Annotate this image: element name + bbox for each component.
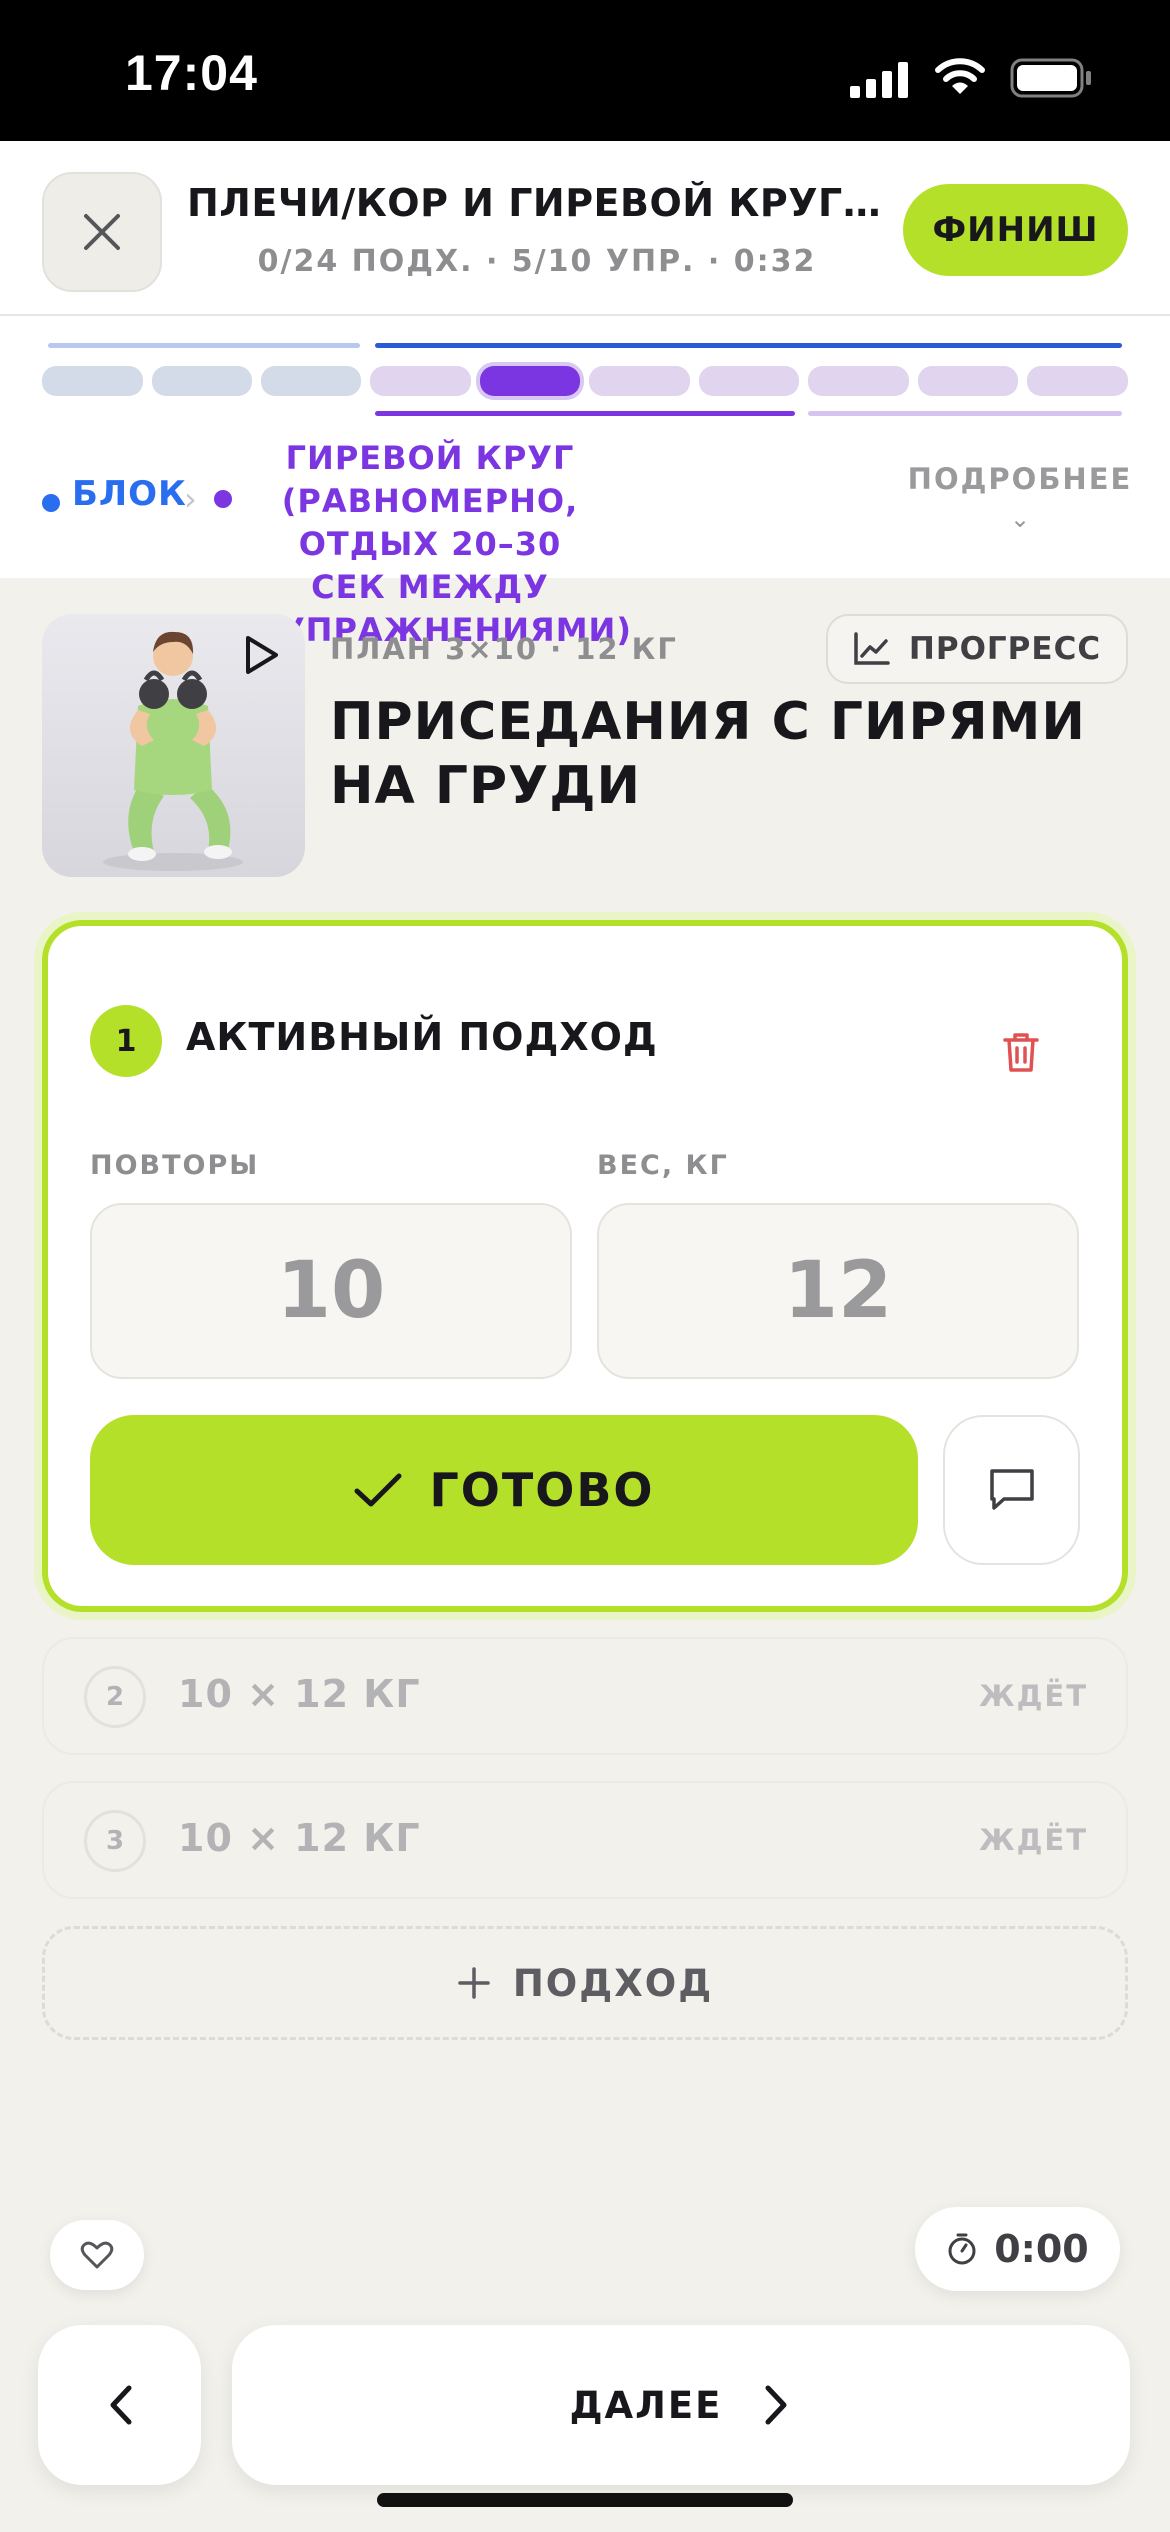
status-bar: 17:04 <box>0 0 1170 141</box>
progress-segment[interactable] <box>918 366 1018 396</box>
next-button-label: ДАЛЕЕ <box>569 2383 723 2427</box>
chevron-down-icon[interactable]: ⌄ <box>1010 505 1030 533</box>
home-indicator <box>377 2493 793 2507</box>
pending-set-row[interactable]: 3 10 × 12 КГ ЖДЁТ <box>42 1781 1128 1899</box>
exercise-progress-line <box>375 411 795 416</box>
progress-segment[interactable] <box>42 366 143 396</box>
pending-set-summary: 10 × 12 КГ <box>178 1816 421 1860</box>
workout-title: ПЛЕЧИ/КОР И ГИРЕВОЙ КРУГ — ФИНИШ <box>187 181 887 225</box>
heart-icon <box>80 2241 114 2269</box>
progress-segment-current[interactable] <box>480 366 580 396</box>
progress-segment[interactable] <box>1027 366 1128 396</box>
progress-segment[interactable] <box>699 366 799 396</box>
pending-set-row[interactable]: 2 10 × 12 КГ ЖДЁТ <box>42 1637 1128 1755</box>
play-video-icon[interactable] <box>238 632 284 682</box>
done-button[interactable]: ГОТОВО <box>90 1415 918 1565</box>
progress-segment[interactable] <box>152 366 252 396</box>
cellular-signal-icon <box>850 62 910 102</box>
weight-label: ВЕС, КГ <box>597 1150 729 1181</box>
pending-set-number: 3 <box>84 1810 146 1872</box>
progress-segment[interactable] <box>261 366 361 396</box>
progress-button-label: ПРОГРЕСС <box>908 631 1102 667</box>
rest-timer[interactable]: 0:00 <box>915 2207 1120 2291</box>
favorite-button[interactable] <box>50 2220 144 2290</box>
chevron-right-icon: › <box>184 480 197 518</box>
more-details-button[interactable]: ПОДРОБНЕЕ <box>900 462 1140 496</box>
breadcrumb-block[interactable]: БЛОК <box>72 474 187 514</box>
pending-set-status: ЖДЁТ <box>979 1679 1088 1713</box>
active-set-title: АКТИВНЫЙ ПОДХОД <box>186 1015 658 1059</box>
weight-input[interactable]: 12 <box>597 1203 1079 1379</box>
progress-segment[interactable] <box>589 366 690 396</box>
close-button[interactable] <box>42 172 162 292</box>
reps-label: ПОВТОРЫ <box>90 1150 260 1181</box>
next-button[interactable]: ДАЛЕЕ <box>232 2325 1130 2485</box>
current-block-dot <box>214 490 232 508</box>
trash-icon <box>1003 1033 1039 1072</box>
add-set-button[interactable]: ПОДХОД <box>42 1926 1128 2040</box>
block-line-current <box>375 343 1122 348</box>
delete-set-button[interactable] <box>1000 1030 1042 1078</box>
exercise-thumbnail[interactable] <box>42 614 305 877</box>
breadcrumb-current-block: ГИРЕВОЙ КРУГ (РАВНОМЕРНО, ОТДЫХ 20–30 СЕ… <box>280 439 632 649</box>
plus-icon <box>458 1967 490 1999</box>
progress-button[interactable]: ПРОГРЕСС <box>826 614 1128 684</box>
battery-icon <box>1010 58 1094 102</box>
comment-button[interactable] <box>943 1415 1080 1565</box>
chart-icon <box>854 632 890 665</box>
workout-progress <box>0 316 1170 578</box>
checkmark-icon <box>354 1473 402 1507</box>
progress-segment[interactable] <box>370 366 471 396</box>
workout-header: ПЛЕЧИ/КОР И ГИРЕВОЙ КРУГ — ФИНИШ 0/24 ПО… <box>0 141 1170 316</box>
status-time: 17:04 <box>125 45 258 101</box>
pending-set-summary: 10 × 12 КГ <box>178 1672 421 1716</box>
reps-input[interactable]: 10 <box>90 1203 572 1379</box>
comment-icon <box>989 1469 1034 1510</box>
chevron-right-icon <box>765 2385 787 2425</box>
stopwatch-icon <box>948 2233 976 2265</box>
add-set-label: ПОДХОД <box>512 1961 714 2005</box>
pending-set-number: 2 <box>84 1666 146 1728</box>
progress-segment[interactable] <box>808 366 909 396</box>
exercise-remaining-line <box>808 411 1122 416</box>
pending-set-status: ЖДЁТ <box>979 1823 1088 1857</box>
previous-button[interactable] <box>38 2325 201 2485</box>
block-dot <box>42 494 60 512</box>
set-number-badge: 1 <box>90 1005 162 1077</box>
exercise-plan: ПЛАН 3×10 · 12 КГ <box>330 632 678 666</box>
workout-stats: 0/24 ПОДХ. · 5/10 УПР. · 0:32 <box>257 244 817 279</box>
block-line-previous <box>48 343 360 348</box>
timer-value: 0:00 <box>994 2227 1089 2271</box>
chevron-left-icon <box>110 2385 131 2425</box>
close-icon <box>84 214 120 250</box>
finish-button[interactable]: ФИНИШ <box>903 184 1128 276</box>
wifi-icon <box>935 56 985 100</box>
done-button-label: ГОТОВО <box>429 1463 655 1517</box>
exercise-title: ПРИСЕДАНИЯ С ГИРЯМИ НА ГРУДИ <box>330 692 1086 816</box>
